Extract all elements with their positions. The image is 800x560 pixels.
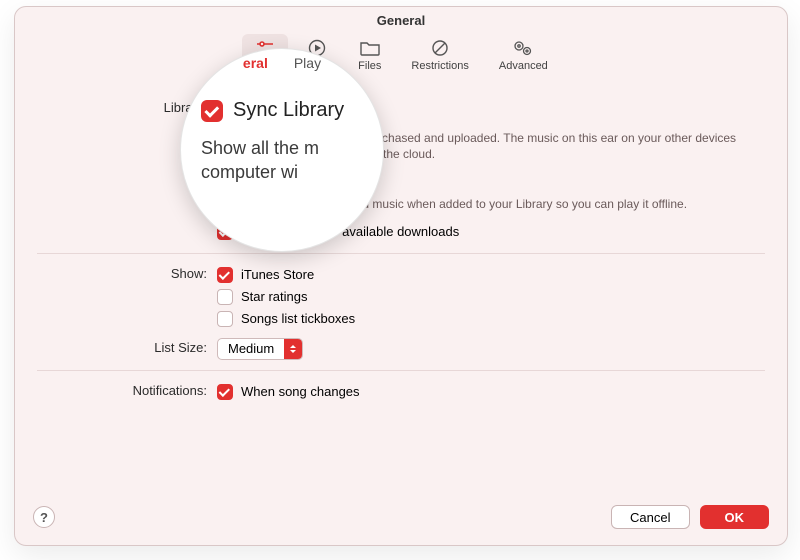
song-changes-label: When song changes (241, 384, 360, 399)
songs-tickboxes-label: Songs list tickboxes (241, 311, 355, 326)
tab-restrictions[interactable]: Restrictions (399, 34, 480, 76)
section-label-list-size: List Size: (37, 338, 217, 355)
section-label-notifications: Notifications: (37, 381, 217, 398)
sync-library-checkbox-zoom[interactable] (201, 100, 223, 122)
divider (37, 253, 765, 254)
tab-advanced[interactable]: Advanced (487, 34, 560, 76)
list-size-value: Medium (218, 341, 284, 356)
songs-tickboxes-checkbox[interactable] (217, 311, 233, 327)
preferences-window: General eral Play Files Restrictions (14, 6, 788, 546)
footer: ? Cancel OK (15, 495, 787, 545)
list-size-select[interactable]: Medium (217, 338, 303, 360)
section-label-show: Show: (37, 264, 217, 281)
itunes-store-label: iTunes Store (241, 267, 314, 282)
help-button[interactable]: ? (33, 506, 55, 528)
restrictions-icon (429, 38, 451, 58)
star-ratings-checkbox[interactable] (217, 289, 233, 305)
magnifier-callout: eralPlay Sync Library Show all the m com… (180, 48, 384, 252)
cancel-button[interactable]: Cancel (611, 505, 689, 529)
tab-bar: eral Play Files Restrictions Advanced (15, 30, 787, 86)
star-ratings-label: Star ratings (241, 289, 307, 304)
stepper-icon (284, 339, 302, 359)
ok-button[interactable]: OK (700, 505, 770, 529)
song-changes-checkbox[interactable] (217, 384, 233, 400)
gears-icon (512, 38, 534, 58)
itunes-store-checkbox[interactable] (217, 267, 233, 283)
sync-library-label-zoom: Sync Library (233, 99, 344, 122)
window-title: General (15, 7, 787, 30)
tab-label: Restrictions (411, 60, 468, 72)
magnifier-tab-fragments: eralPlay (181, 55, 383, 71)
sync-library-desc-zoom: Show all the m computer wi (201, 122, 379, 185)
divider (37, 370, 765, 371)
content-area: Library: you've added, purchased and upl… (15, 86, 787, 407)
tab-label: Advanced (499, 60, 548, 72)
